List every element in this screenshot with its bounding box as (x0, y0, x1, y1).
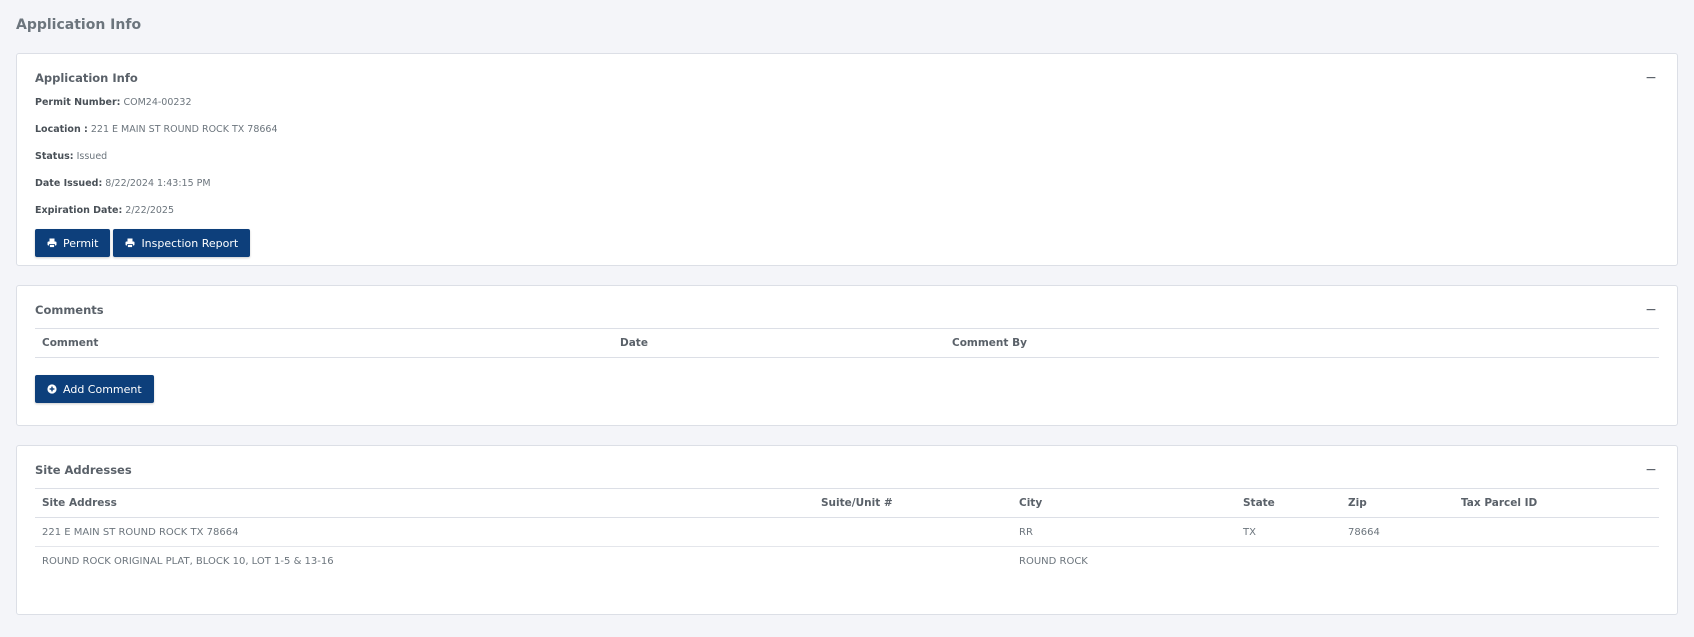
field-label: Status: (35, 151, 74, 162)
cell-suite-unit (814, 517, 1012, 547)
status-field: Status: Issued (35, 150, 1659, 163)
inspection-report-button-label: Inspection Report (141, 236, 239, 250)
column-header-site-address: Site Address (35, 488, 814, 518)
cell-tax-parcel-id (1454, 547, 1659, 576)
cell-tax-parcel-id (1454, 517, 1659, 547)
field-label: Permit Number: (35, 97, 121, 108)
cell-city: ROUND ROCK (1019, 555, 1088, 567)
comments-header: Comments − (35, 300, 1659, 320)
column-header-date: Date (613, 328, 945, 358)
add-comment-button[interactable]: Add Comment (35, 375, 154, 403)
plus-circle-icon (47, 384, 57, 394)
minus-icon[interactable]: − (1643, 463, 1659, 477)
printer-icon (47, 238, 57, 248)
field-label: Expiration Date: (35, 205, 123, 216)
minus-icon[interactable]: − (1643, 303, 1659, 317)
application-info-title: Application Info (35, 71, 138, 85)
site-addresses-title: Site Addresses (35, 463, 132, 477)
field-label: Date Issued: (35, 178, 103, 189)
application-info-card: Application Info − Permit Number: COM24-… (16, 53, 1678, 266)
column-header-comment-by: Comment By (945, 328, 1659, 358)
field-value: 8/22/2024 1:43:15 PM (105, 178, 211, 189)
cell-state (1236, 547, 1341, 576)
page-title: Application Info (16, 17, 142, 33)
location-field: Location : 221 E MAIN ST ROUND ROCK TX 7… (35, 123, 1659, 136)
cell-site-address: 221 E MAIN ST ROUND ROCK TX 78664 (35, 517, 814, 547)
page: Application Info Application Info − Perm… (0, 0, 1694, 615)
cell-zip: 78664 (1341, 517, 1454, 547)
comments-card: Comments − Comment Date Comment By Add C… (16, 285, 1678, 426)
site-addresses-card: Site Addresses − Site Address Suite/Unit… (16, 445, 1678, 615)
site-addresses-table: Site Address Suite/Unit # City State Zip… (35, 488, 1659, 576)
comments-table: Comment Date Comment By (35, 328, 1659, 358)
comments-title: Comments (35, 303, 104, 317)
field-value: 221 E MAIN ST ROUND ROCK TX 78664 (90, 124, 278, 135)
printer-icon (125, 238, 135, 248)
inspection-report-button[interactable]: Inspection Report (113, 229, 251, 257)
cell-site-address: ROUND ROCK ORIGINAL PLAT, BLOCK 10, LOT … (42, 555, 334, 567)
add-comment-button-label: Add Comment (63, 382, 142, 396)
field-label: Location : (35, 124, 88, 135)
cell-suite-unit (814, 547, 1012, 576)
cell-state: TX (1236, 517, 1341, 547)
date-issued-field: Date Issued: 8/22/2024 1:43:15 PM (35, 177, 1659, 190)
table-row: ROUND ROCK ORIGINAL PLAT, BLOCK 10, LOT … (35, 547, 1659, 576)
field-value: Issued (76, 151, 108, 162)
field-value: COM24-00232 (123, 97, 192, 108)
site-addresses-header: Site Addresses − (35, 460, 1659, 480)
column-header-city: City (1012, 488, 1236, 518)
cell-city: RR (1012, 517, 1236, 547)
site-addresses-table-header: Site Address Suite/Unit # City State Zip… (35, 488, 1659, 518)
column-header-suite-unit: Suite/Unit # (814, 488, 1012, 518)
table-row: 221 E MAIN ST ROUND ROCK TX 78664 RR TX … (35, 517, 1659, 547)
column-header-comment: Comment (35, 328, 613, 358)
column-header-zip: Zip (1341, 488, 1454, 518)
permit-button[interactable]: Permit (35, 229, 111, 257)
field-value: 2/22/2025 (125, 205, 174, 216)
expiration-date-field: Expiration Date: 2/22/2025 (35, 204, 1659, 217)
column-header-tax-parcel-id: Tax Parcel ID (1454, 488, 1659, 518)
column-header-state: State (1236, 488, 1341, 518)
application-info-actions: Permit Inspection Report (35, 229, 1659, 257)
application-info-fields: Permit Number: COM24-00232 Location : 22… (35, 96, 1659, 217)
minus-icon[interactable]: − (1643, 71, 1659, 85)
permit-button-label: Permit (63, 236, 99, 250)
comments-table-header: Comment Date Comment By (35, 328, 1659, 358)
cell-zip (1341, 547, 1454, 576)
application-info-header: Application Info − (35, 68, 1659, 88)
permit-number-field: Permit Number: COM24-00232 (35, 96, 1659, 109)
